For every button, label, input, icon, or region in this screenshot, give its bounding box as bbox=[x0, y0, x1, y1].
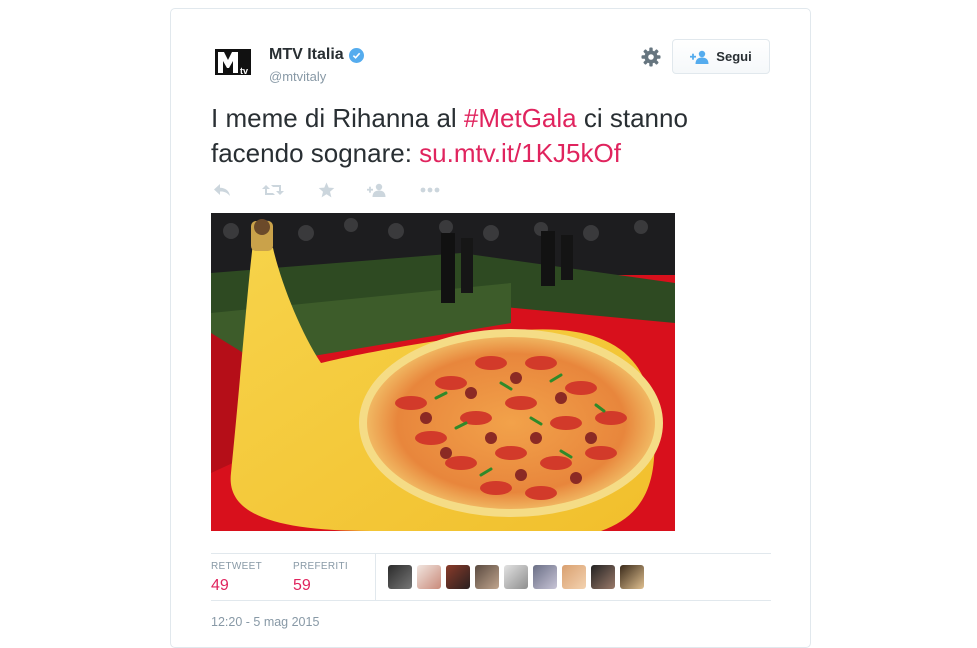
avatar[interactable] bbox=[591, 565, 615, 589]
author-handle[interactable]: @mtvitaly bbox=[269, 69, 326, 84]
avatar[interactable] bbox=[562, 565, 586, 589]
stats-divider-top bbox=[211, 553, 771, 554]
favoriters-avatars bbox=[388, 565, 644, 589]
hashtag-link[interactable]: #MetGala bbox=[464, 103, 577, 133]
author-name[interactable]: MTV Italia bbox=[269, 46, 364, 64]
author-name-text[interactable]: MTV Italia bbox=[269, 46, 344, 64]
favorites-stat[interactable]: PREFERITI 59 bbox=[293, 561, 348, 595]
avatar[interactable] bbox=[475, 565, 499, 589]
stats-divider-bottom bbox=[211, 600, 771, 601]
favorite-action[interactable] bbox=[315, 179, 337, 201]
tweet-photo[interactable] bbox=[211, 213, 675, 531]
follow-button-label: Segui bbox=[716, 49, 752, 64]
verified-badge-icon bbox=[348, 47, 364, 63]
retweet-icon bbox=[262, 185, 284, 195]
retweet-label: RETWEET bbox=[211, 561, 262, 572]
avatar[interactable] bbox=[417, 565, 441, 589]
avatar[interactable] bbox=[446, 565, 470, 589]
follow-user-icon bbox=[367, 183, 386, 197]
reply-icon bbox=[214, 184, 230, 196]
follow-button[interactable]: Segui bbox=[672, 39, 770, 74]
retweet-count: 49 bbox=[211, 577, 229, 594]
avatar[interactable] bbox=[533, 565, 557, 589]
favorite-icon bbox=[318, 182, 334, 198]
stats-vertical-divider bbox=[375, 554, 376, 600]
retweet-action[interactable] bbox=[262, 179, 284, 201]
avatar[interactable] bbox=[504, 565, 528, 589]
follow-user-action[interactable] bbox=[366, 179, 388, 201]
url-link[interactable]: su.mtv.it/1KJ5kOf bbox=[419, 138, 621, 168]
tweet-timestamp[interactable]: 12:20 - 5 mag 2015 bbox=[211, 615, 319, 629]
more-action[interactable] bbox=[419, 179, 441, 201]
avatar[interactable] bbox=[388, 565, 412, 589]
tweet-text: I meme di Rihanna al #MetGala ci stanno … bbox=[211, 101, 771, 171]
tweet-actions bbox=[211, 179, 441, 201]
favorites-label: PREFERITI bbox=[293, 561, 348, 572]
mtv-logo-avatar[interactable]: tv bbox=[215, 47, 255, 77]
tweet-card: tv MTV Italia @mtvitaly Segui I meme di … bbox=[170, 8, 811, 648]
add-user-icon bbox=[690, 50, 709, 64]
svg-text:tv: tv bbox=[240, 66, 248, 76]
retweet-stat[interactable]: RETWEET 49 bbox=[211, 561, 262, 595]
gear-icon[interactable] bbox=[639, 45, 663, 69]
more-icon bbox=[420, 187, 440, 193]
tweet-text-before: I meme di Rihanna al bbox=[211, 103, 464, 133]
favorites-count: 59 bbox=[293, 577, 311, 594]
reply-action[interactable] bbox=[211, 179, 233, 201]
avatar[interactable] bbox=[620, 565, 644, 589]
